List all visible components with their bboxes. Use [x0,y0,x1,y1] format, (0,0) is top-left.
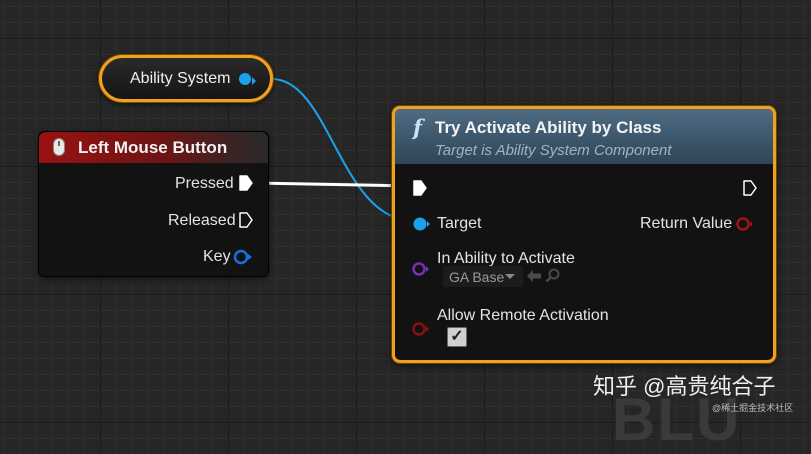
event-node-header[interactable]: Left Mouse Button [39,132,268,163]
ability-system-variable-node[interactable]: Ability System [99,55,273,102]
checkmark-icon: ✓ [450,328,464,345]
function-icon: f [413,115,423,140]
return-value-output-pin[interactable] [735,216,755,232]
zhihu-watermark: 知乎 @高贵纯合子 [593,374,776,399]
function-node-header[interactable]: f Try Activate Ability by Class Target i… [395,109,773,164]
ability-system-output-pin[interactable] [239,73,251,85]
pin-arrow-icon [252,77,256,85]
exec-input-pin[interactable] [413,180,427,196]
allow-remote-pin-label: Allow Remote Activation [437,307,609,324]
variable-label: Ability System [130,70,231,87]
in-ability-class-pin[interactable] [411,261,431,277]
exec-wire[interactable] [253,181,413,188]
allow-remote-bool-pin[interactable] [411,321,431,337]
browse-magnifier-icon[interactable] [545,268,561,284]
event-node-title: Left Mouse Button [78,138,228,157]
mouse-icon [53,138,65,156]
released-pin-label: Released [168,212,236,229]
chevron-down-icon [505,274,515,279]
released-exec-pin[interactable] [239,212,253,228]
key-struct-pin[interactable] [233,249,253,265]
function-node-subtitle: Target is Ability System Component [435,142,672,159]
left-mouse-button-event-node[interactable]: Left Mouse Button Pressed Released Key [38,131,269,277]
try-activate-ability-node[interactable]: f Try Activate Ability by Class Target i… [392,106,776,363]
pressed-pin-label: Pressed [175,175,234,192]
function-node-title: Try Activate Ability by Class [435,118,662,137]
return-value-pin-label: Return Value [640,215,733,232]
target-pin-label: Target [437,215,482,232]
use-selected-arrow-icon[interactable] [526,269,542,283]
key-pin-label: Key [203,248,231,265]
ability-class-dropdown[interactable]: GA Base [443,266,523,287]
exec-output-pin[interactable] [743,180,757,196]
allow-remote-checkbox[interactable]: ✓ [447,327,467,347]
target-input-pin[interactable] [411,216,431,232]
pressed-exec-pin[interactable] [239,175,253,191]
juejin-watermark: @稀土掘金技术社区 [712,403,794,413]
dropdown-selected-value: GA Base [449,269,505,285]
